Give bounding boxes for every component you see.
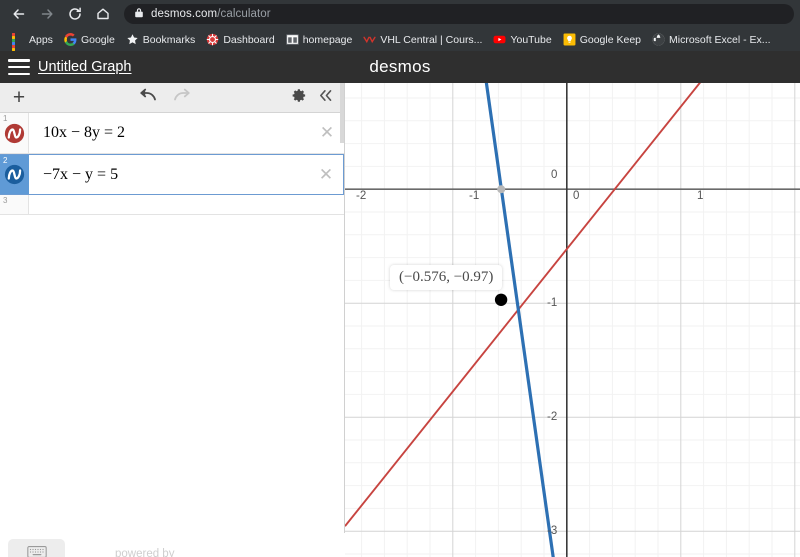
redo-icon <box>173 88 191 107</box>
row-gutter: 2 <box>0 155 29 194</box>
gear-icon <box>292 88 307 108</box>
bookmark-label: homepage <box>302 33 353 46</box>
hamburger-menu-icon[interactable] <box>8 59 30 75</box>
desmos-header: Untitled Graph desmos <box>0 51 800 83</box>
delete-expression-button-2[interactable]: ✕ <box>309 155 343 194</box>
curve-red-10x-minus-8y-equals-2[interactable] <box>345 83 800 527</box>
bookmark-google-keep[interactable]: Google Keep <box>558 31 647 48</box>
minor-gridlines <box>345 83 800 557</box>
graph-title[interactable]: Untitled Graph <box>38 59 132 75</box>
blue-line-x-intercept-marker[interactable] <box>497 185 506 194</box>
browser-chrome: desmos.com/calculator Apps Google Bookma… <box>0 0 800 51</box>
x-tick-label--2: -2 <box>356 190 367 202</box>
bookmark-label: Google Keep <box>579 33 642 46</box>
youtube-icon <box>493 33 506 46</box>
google-g-icon <box>64 33 77 46</box>
reload-icon <box>67 6 83 22</box>
powered-by-label: powered by <box>115 548 175 557</box>
expression-rows: 1 10x − 8y = 2 ✕ 2 −7x − y = 5 ✕ 3 <box>0 113 344 557</box>
keep-icon <box>563 33 576 46</box>
browser-nav-bar: desmos.com/calculator <box>0 0 800 28</box>
keyboard-icon <box>26 545 47 557</box>
x-tick-label-1: 1 <box>697 190 704 202</box>
expression-panel: + 1 10x − 8y = 2 ✕ 2 −7x − y = 5 ✕ 3 pow… <box>0 83 345 557</box>
graph-panel[interactable]: -2 -1 0 1 0 -1 -2 -3 (−0.576, −0.97) <box>345 83 800 557</box>
forward-button[interactable] <box>34 1 60 27</box>
expression-text: −7x − y = 5 <box>43 165 119 183</box>
bookmark-label: Bookmarks <box>142 33 196 46</box>
bookmarks-bar: Apps Google Bookmarks Dashboard homepage… <box>0 28 800 51</box>
bookmark-vhl-central[interactable]: VHL Central | Cours... <box>358 31 488 48</box>
collapse-panel-button[interactable] <box>317 88 334 108</box>
row-gutter: 3 <box>0 195 29 214</box>
arrow-right-icon <box>39 6 55 22</box>
intersection-point-label[interactable]: (−0.576, −0.97) <box>390 265 503 290</box>
bookmark-google[interactable]: Google <box>59 31 121 48</box>
row-content[interactable]: −7x − y = 5 <box>29 155 309 194</box>
panel-scrollbar[interactable] <box>340 83 344 143</box>
row-content[interactable] <box>29 195 344 214</box>
row-number: 2 <box>3 156 8 165</box>
bookmark-label: Apps <box>29 33 53 46</box>
redo-button[interactable] <box>173 88 191 107</box>
bookmark-label: Google <box>80 33 115 46</box>
back-button[interactable] <box>6 1 32 27</box>
expression-row-2[interactable]: 2 −7x − y = 5 ✕ <box>0 154 344 195</box>
bookmark-homepage[interactable]: homepage <box>281 31 359 48</box>
row-content[interactable]: 10x − 8y = 2 <box>29 113 310 153</box>
undo-button[interactable] <box>139 88 157 107</box>
add-expression-button[interactable]: + <box>0 83 38 113</box>
address-bar[interactable]: desmos.com/calculator <box>124 4 794 24</box>
y-tick-label--1: -1 <box>547 297 558 309</box>
keyboard-toggle-button[interactable] <box>8 539 65 557</box>
expression-toolbar: + <box>0 83 344 113</box>
bookmark-label: Dashboard <box>223 33 275 46</box>
home-icon <box>95 6 111 22</box>
star-icon <box>126 33 139 46</box>
chevron-double-left-icon <box>317 88 334 108</box>
url-domain: desmos.com <box>151 8 218 20</box>
row-number: 3 <box>3 196 8 205</box>
expression-row-3[interactable]: 3 <box>0 195 344 215</box>
x-tick-label-0: 0 <box>573 190 580 202</box>
y-tick-label--2: -2 <box>547 411 558 423</box>
vhl-icon <box>363 33 376 46</box>
settings-button[interactable] <box>292 88 307 108</box>
expression-row-1[interactable]: 1 10x − 8y = 2 ✕ <box>0 113 344 154</box>
y-tick-label--3: -3 <box>547 525 558 537</box>
intersection-point-marker[interactable] <box>494 293 508 306</box>
bookmark-youtube[interactable]: YouTube <box>488 31 557 48</box>
curve-color-badge-blue[interactable] <box>4 164 25 185</box>
x-tick-label--1: -1 <box>469 190 480 202</box>
undo-icon <box>139 88 157 107</box>
bookmark-label: Microsoft Excel - Ex... <box>669 33 771 46</box>
bookmark-microsoft-excel[interactable]: Microsoft Excel - Ex... <box>647 31 777 48</box>
delete-expression-button-1[interactable]: ✕ <box>310 113 344 153</box>
dashboard-icon <box>206 33 219 46</box>
y-tick-label-0: 0 <box>551 169 558 181</box>
reload-button[interactable] <box>62 1 88 27</box>
expression-text: 10x − 8y = 2 <box>43 124 126 141</box>
excel-icon <box>652 33 665 46</box>
lock-icon <box>134 5 144 23</box>
address-bar-text: desmos.com/calculator <box>151 8 271 20</box>
bookmark-apps[interactable]: Apps <box>7 31 59 51</box>
row-number: 1 <box>3 114 8 123</box>
expression-footer: powered by <box>0 533 345 557</box>
home-button[interactable] <box>90 1 116 27</box>
apps-grid-icon <box>12 33 25 51</box>
arrow-left-icon <box>11 6 27 22</box>
bookmark-dashboard[interactable]: Dashboard <box>201 31 280 48</box>
bookmark-label: VHL Central | Cours... <box>380 33 483 46</box>
curve-color-badge-red[interactable] <box>4 123 25 144</box>
homepage-icon <box>285 33 299 46</box>
graph-canvas[interactable] <box>345 83 800 557</box>
row-gutter: 1 <box>0 113 29 153</box>
app-body: + 1 10x − 8y = 2 ✕ 2 −7x − y = 5 ✕ 3 pow… <box>0 83 800 557</box>
bookmark-label: YouTube <box>510 33 552 46</box>
url-path: /calculator <box>217 8 271 20</box>
bookmark-bookmarks[interactable]: Bookmarks <box>121 31 202 48</box>
